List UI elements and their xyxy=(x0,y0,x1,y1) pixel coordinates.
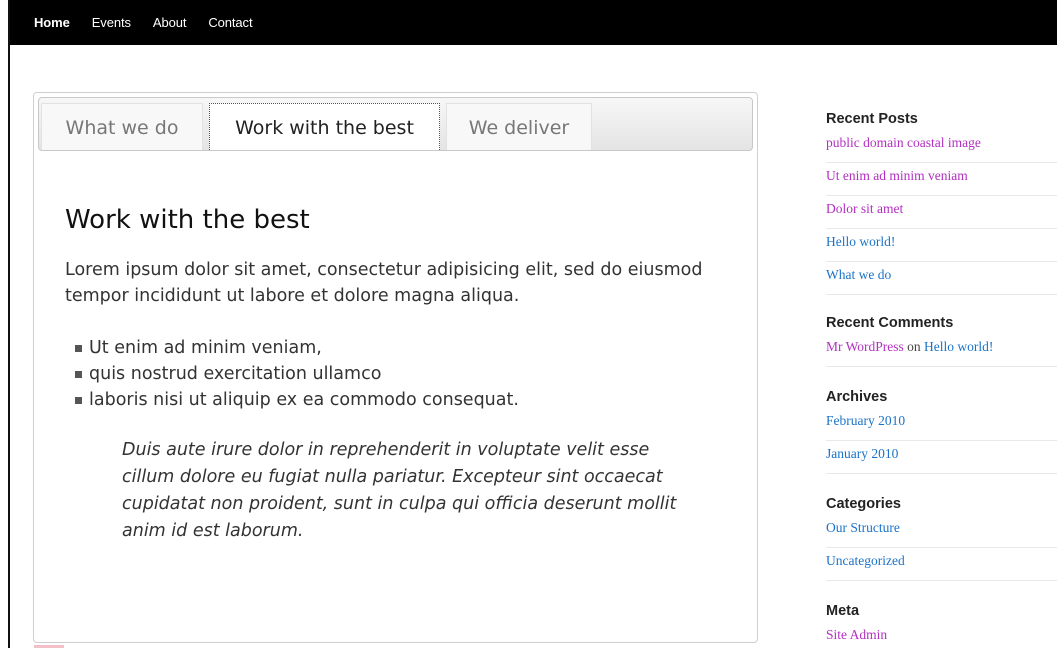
content-bullet-list: Ut enim ad minim veniam, quis nostrud ex… xyxy=(65,335,725,413)
top-navigation-bar: Home Events About Contact xyxy=(10,0,1057,45)
nav-home-link[interactable]: Home xyxy=(34,15,70,30)
tab-what-we-do[interactable]: What we do xyxy=(41,103,203,150)
content-paragraph: Lorem ipsum dolor sit amet, consectetur … xyxy=(65,260,703,306)
meta-link[interactable]: Site Admin xyxy=(826,622,1057,648)
square-bullet-icon xyxy=(75,344,82,352)
comment-on-text: on xyxy=(907,339,921,354)
meta-widget: Meta Site Admin xyxy=(826,600,1057,648)
comment-author-link[interactable]: Mr WordPress xyxy=(826,339,904,354)
recent-comments-widget: Recent Comments Mr WordPress on Hello wo… xyxy=(826,312,1057,367)
recent-post-link[interactable]: Dolor sit amet xyxy=(826,196,1057,229)
tab-we-deliver[interactable]: We deliver xyxy=(446,103,592,150)
list-item: Ut enim ad minim veniam, xyxy=(75,335,725,361)
archive-link[interactable]: January 2010 xyxy=(826,441,1057,474)
list-item: laboris nisi ut aliquip ex ea commodo co… xyxy=(75,387,725,413)
archives-widget: Archives February 2010 January 2010 xyxy=(826,386,1057,474)
tabbed-content-panel: What we do Work with the best We deliver… xyxy=(33,92,758,643)
tab-bar: What we do Work with the best We deliver xyxy=(38,97,753,151)
meta-title: Meta xyxy=(826,603,860,619)
square-bullet-icon xyxy=(75,370,82,378)
recent-posts-widget: Recent Posts public domain coastal image… xyxy=(826,108,1057,295)
nav-contact-link[interactable]: Contact xyxy=(208,15,252,30)
page-edge xyxy=(8,0,10,648)
tab-content: Work with the best Lorem ipsum dolor sit… xyxy=(65,193,725,545)
category-link[interactable]: Uncategorized xyxy=(826,548,1057,581)
comment-post-link[interactable]: Hello world! xyxy=(924,339,993,354)
archives-title: Archives xyxy=(826,389,888,405)
content-heading: Work with the best xyxy=(65,205,310,235)
tab-work-with-the-best[interactable]: Work with the best xyxy=(209,103,440,150)
sidebar: Recent Posts public domain coastal image… xyxy=(826,108,1057,648)
recent-post-link[interactable]: What we do xyxy=(826,262,1057,295)
recent-comments-title: Recent Comments xyxy=(826,315,954,331)
recent-post-link[interactable]: Hello world! xyxy=(826,229,1057,262)
categories-title: Categories xyxy=(826,496,901,512)
categories-widget: Categories Our Structure Uncategorized xyxy=(826,493,1057,581)
comment-entry: Mr WordPress on Hello world! xyxy=(826,334,1057,367)
list-item: quis nostrud exercitation ullamco xyxy=(75,361,725,387)
recent-post-link[interactable]: public domain coastal image xyxy=(826,130,1057,163)
main-menu: Home Events About Contact xyxy=(10,0,1057,45)
category-link[interactable]: Our Structure xyxy=(826,515,1057,548)
recent-post-link[interactable]: Ut enim ad minim veniam xyxy=(826,163,1057,196)
nav-events-link[interactable]: Events xyxy=(92,15,131,30)
archive-link[interactable]: February 2010 xyxy=(826,408,1057,441)
content-blockquote: Duis aute irure dolor in reprehenderit i… xyxy=(122,440,677,541)
square-bullet-icon xyxy=(75,396,82,404)
nav-about-link[interactable]: About xyxy=(153,15,187,30)
recent-posts-title: Recent Posts xyxy=(826,111,918,127)
